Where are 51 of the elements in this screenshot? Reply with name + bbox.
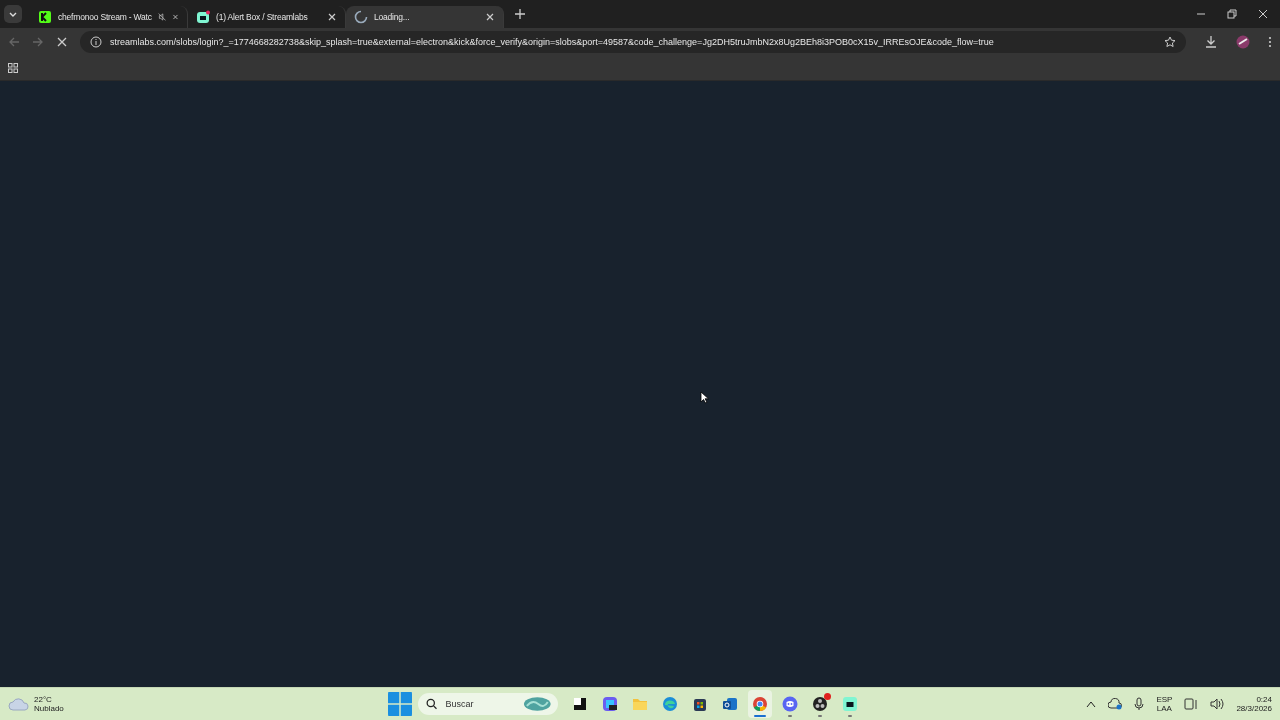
chrome-icon — [752, 696, 768, 712]
search-box[interactable]: Buscar — [418, 693, 558, 715]
streamlabs-logo-icon — [196, 10, 210, 24]
record-disc-icon — [812, 696, 828, 712]
restore-icon[interactable] — [1226, 8, 1238, 20]
more-menu-icon[interactable] — [1268, 36, 1272, 48]
cloud-sync-icon[interactable] — [1108, 698, 1123, 710]
language-indicator[interactable]: LAA — [1156, 704, 1172, 713]
weather-temperature: 22°C — [34, 695, 53, 704]
folder-icon — [632, 696, 648, 712]
tab-title: chefmonoo Stream - Watc — [58, 12, 152, 22]
language-indicator[interactable]: ESP — [1156, 695, 1173, 704]
url-text: streamlabs.com/slobs/login?_=1774668282738&skip_splash=true&external=electron&kick&force_verify&origin=slobs&port=49587&code_challenge=Jg2DH5truJmbN2x8Ug2BEh8i3POB0cX15v_IRREsOJE&code_flow=true — [110, 37, 994, 47]
microphone-icon[interactable] — [1134, 697, 1145, 711]
windows-start-icon[interactable] — [388, 690, 412, 718]
download-icon[interactable] — [1204, 35, 1218, 49]
close-icon[interactable] — [1257, 8, 1269, 20]
new-tab-icon[interactable] — [514, 8, 526, 20]
address-bar[interactable]: streamlabs.com/slobs/login?_=1774668282738&skip_splash=true&external=electron&kick&force_verify&origin=slobs&port=49587&code_challenge=Jg2DH5truJmbN2x8Ug2BEh8i3POB0cX15v_IRREsOJE&code_flow=true — [80, 31, 1186, 53]
clock-date[interactable]: 28/3/2026 — [1236, 704, 1272, 713]
site-info-icon[interactable] — [90, 36, 102, 48]
store-icon — [692, 696, 708, 712]
tab-title: (1) Alert Box / Streamlabs — [216, 12, 309, 22]
mouse-pointer-icon — [700, 391, 709, 404]
weather-condition: Nublado — [34, 704, 64, 713]
chevron-up-icon[interactable] — [1086, 700, 1097, 708]
k-logo-icon — [38, 10, 52, 24]
stop-loading-icon[interactable] — [56, 36, 68, 48]
network-icon[interactable] — [1184, 697, 1199, 711]
task-view-icon — [572, 696, 588, 712]
profile-avatar-icon[interactable] — [1236, 35, 1250, 49]
speaker-icon[interactable] — [1210, 698, 1225, 710]
edge-icon — [662, 696, 678, 712]
streamlabs-logo-icon — [842, 696, 858, 712]
close-tab-icon[interactable] — [485, 12, 495, 22]
apps-grid-icon[interactable] — [8, 63, 18, 73]
copilot-icon — [602, 696, 618, 712]
cloud-icon — [8, 697, 30, 711]
close-tab-icon[interactable] — [327, 12, 337, 22]
clock-time[interactable]: 0:24 — [1256, 695, 1272, 704]
browser-tab[interactable]: Loading... — [346, 6, 504, 28]
search-highlight-icon — [523, 696, 552, 712]
mail-icon — [722, 696, 738, 712]
discord-icon — [782, 696, 798, 712]
search-input[interactable]: Buscar — [443, 698, 518, 710]
star-icon[interactable] — [1164, 36, 1176, 48]
search-icon — [426, 698, 438, 710]
close-tab-icon[interactable] — [172, 12, 179, 22]
tab-search-icon[interactable] — [4, 5, 22, 23]
tab-title: Loading... — [374, 12, 411, 22]
muted-speaker-icon[interactable] — [157, 11, 167, 23]
